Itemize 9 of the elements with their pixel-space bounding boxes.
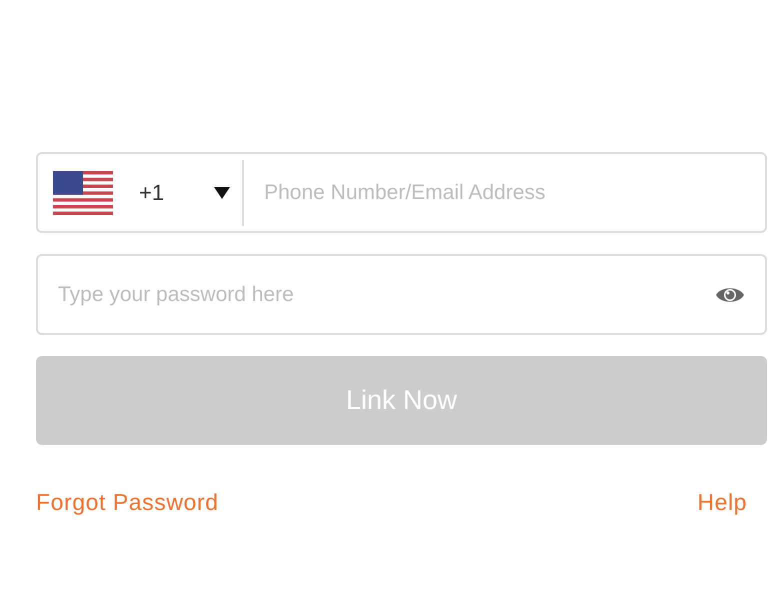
phone-field[interactable]: +1 Phone Number/Email Address [36, 152, 767, 233]
country-code[interactable]: +1 [139, 176, 164, 209]
password-field[interactable]: Type your password here [36, 254, 767, 335]
flag-icon [53, 170, 113, 214]
help-link[interactable]: Help [697, 485, 747, 520]
password-input[interactable]: Type your password here [58, 278, 715, 310]
caret-icon[interactable] [214, 186, 230, 198]
forgot-password-link[interactable]: Forgot Password [36, 485, 218, 520]
phone-input[interactable]: Phone Number/Email Address [264, 176, 765, 208]
